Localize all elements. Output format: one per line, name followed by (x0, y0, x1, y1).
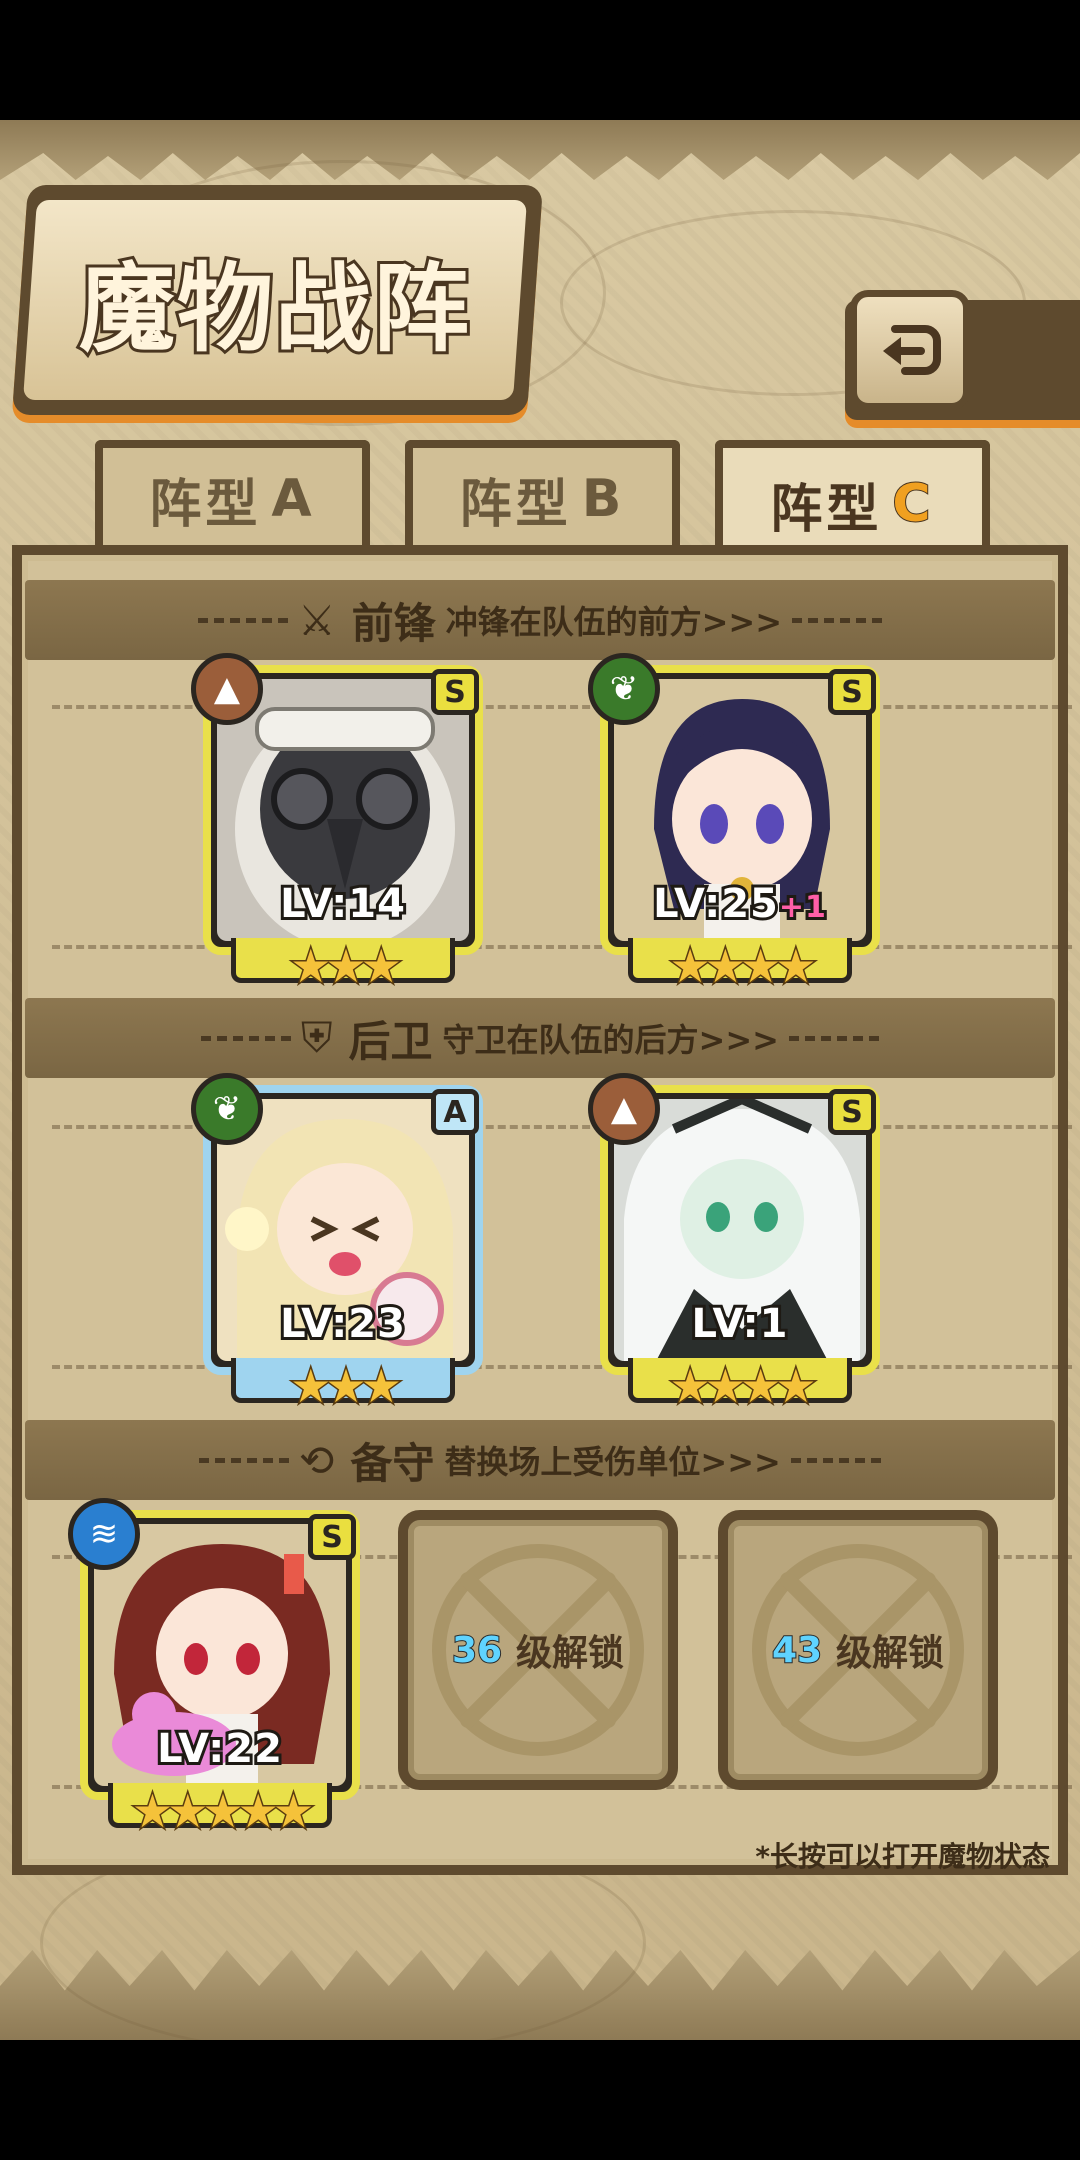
section-rear-header: ⛨ 后卫 守卫在队伍的后方>>> (25, 998, 1055, 1078)
locked-slot-1[interactable]: 36 级解锁 (398, 1510, 678, 1790)
earth-element-icon: ▲ (588, 1073, 660, 1145)
monster-level: LV:22 (154, 1723, 285, 1775)
monster-card-reserve-1[interactable]: ≋ S LV:22 ★★★★★ (68, 1498, 360, 1838)
monster-level: LV:14 (277, 878, 408, 930)
star-rating: ★★★★ (668, 1359, 818, 1413)
star-rating: ★★★ (289, 1359, 404, 1413)
footnote: *长按可以打开魔物状态 (755, 1840, 1050, 1873)
tab-letter: B (581, 469, 626, 529)
section-reserve-header: ⟲ 备守 替换场上受伤单位>>> (25, 1420, 1055, 1500)
section-title: 前锋 (351, 598, 436, 648)
tab-letter: A (271, 469, 316, 529)
page-title: 魔物战阵 (76, 249, 472, 368)
earth-element-icon: ▲ (191, 653, 263, 725)
section-subtitle: 守卫在队伍的后方>>> (442, 1021, 779, 1059)
nature-element-icon: ❦ (588, 653, 660, 725)
rank-badge: S (828, 669, 876, 715)
monster-card-rear-2[interactable]: ▲ S LV:1 ★★★★ (588, 1073, 880, 1413)
tab-label: 阵型 (149, 474, 262, 535)
section-title: 备守 (350, 1438, 435, 1488)
rank-badge: S (828, 1089, 876, 1135)
rank-badge: S (431, 669, 479, 715)
unlock-level: 36 (451, 1629, 503, 1672)
section-front-header: ⚔ 前锋 冲锋在队伍的前方>>> (25, 580, 1055, 660)
unlock-text: 级解锁 (836, 1633, 945, 1674)
tab-label: 阵型 (459, 474, 572, 535)
monster-level: LV:25+1 (608, 878, 872, 930)
section-subtitle: 冲锋在队伍的前方>>> (445, 603, 783, 641)
back-button[interactable] (850, 290, 970, 410)
level-text: LV:25 (650, 878, 781, 930)
tab-formation-b[interactable]: 阵型 B (405, 440, 680, 550)
tab-letter: C (891, 473, 935, 535)
torn-edge-top (0, 120, 1080, 180)
monster-level: LV:23 (277, 1298, 408, 1350)
monster-card-front-2[interactable]: ❦ S LV:25+1 ★★★★ (588, 653, 880, 993)
unlock-level: 43 (771, 1629, 823, 1672)
tab-label: 阵型 (770, 479, 883, 540)
rank-badge: A (431, 1089, 479, 1135)
star-rating: ★★★★★ (130, 1784, 315, 1838)
locked-slot-2[interactable]: 43 级解锁 (718, 1510, 998, 1790)
shield-icon: ⛨ (301, 1013, 333, 1062)
star-rating: ★★★★ (668, 939, 818, 993)
section-subtitle: 替换场上受伤单位>>> (444, 1443, 781, 1481)
monster-card-front-1[interactable]: ▲ S LV:14 ★★★ (191, 653, 483, 993)
unlock-label: 36 级解锁 (408, 1520, 668, 1780)
nature-element-icon: ❦ (191, 1073, 263, 1145)
tab-formation-c[interactable]: 阵型 C (715, 440, 990, 560)
monster-card-rear-1[interactable]: ❦ A LV:23 ★★★ (191, 1073, 483, 1413)
star-rating: ★★★ (289, 939, 404, 993)
tab-formation-a[interactable]: 阵型 A (95, 440, 370, 550)
rank-badge: S (308, 1514, 356, 1560)
water-element-icon: ≋ (68, 1498, 140, 1570)
unlock-label: 43 级解锁 (728, 1520, 988, 1780)
monster-level: LV:1 (689, 1298, 791, 1350)
section-title: 后卫 (348, 1016, 433, 1066)
level-bonus: +1 (776, 887, 829, 928)
sword-icon: ⚔ (297, 595, 336, 645)
return-arrow-icon (883, 325, 941, 375)
unlock-text: 级解锁 (516, 1633, 625, 1674)
swap-icon: ⟲ (299, 1435, 335, 1485)
